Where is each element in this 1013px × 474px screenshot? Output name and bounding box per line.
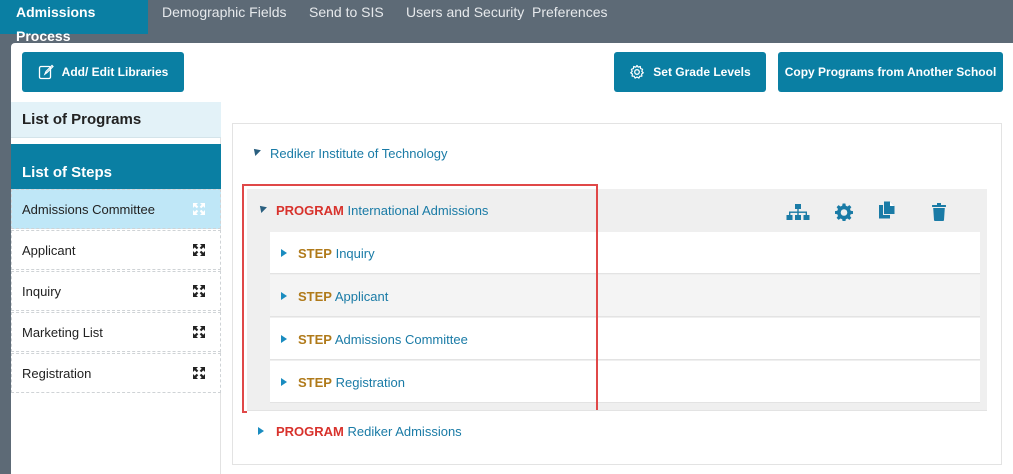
expand-icon[interactable] (192, 243, 206, 257)
step-item-label: Marketing List (22, 325, 103, 340)
tab-admissions-process[interactable]: Admissions Process (0, 0, 148, 44)
step-item-label: Applicant (22, 243, 76, 258)
add-edit-libraries-button[interactable]: Add/ Edit Libraries (22, 52, 184, 92)
copy-programs-button[interactable]: Copy Programs from Another School (778, 52, 1003, 92)
program-name: Rediker Admissions (347, 424, 462, 439)
step-item-marketing-list[interactable]: Marketing List (11, 312, 221, 352)
tab-demographic-fields[interactable]: Demographic Fields (162, 0, 287, 34)
program-keyword: PROGRAM (276, 424, 344, 439)
top-navigation: Admissions Process Demographic Fields Se… (0, 0, 1013, 44)
step-item-label: Admissions Committee (22, 202, 155, 217)
add-edit-libraries-label: Add/ Edit Libraries (61, 65, 169, 79)
step-item-applicant[interactable]: Applicant (11, 230, 221, 270)
expand-icon[interactable] (192, 202, 206, 216)
copy-icon[interactable] (878, 201, 896, 219)
step-item-admissions-committee[interactable]: Admissions Committee (11, 189, 221, 229)
set-grade-levels-label: Set Grade Levels (653, 65, 751, 79)
set-grade-levels-button[interactable]: Set Grade Levels (614, 52, 766, 92)
list-of-steps-header[interactable]: List of Steps (11, 144, 221, 190)
step-item-label: Inquiry (22, 284, 62, 299)
hierarchy-icon[interactable] (786, 203, 810, 221)
tab-users-and-security[interactable]: Users and Security (406, 0, 524, 34)
step-item-label: Registration (22, 366, 92, 381)
step-item-registration[interactable]: Registration (11, 353, 221, 393)
highlight-box (242, 184, 598, 413)
tab-preferences[interactable]: Preferences (532, 0, 607, 34)
copy-programs-label: Copy Programs from Another School (784, 65, 997, 79)
school-name: Rediker Institute of Technology (270, 146, 448, 161)
list-of-programs-header[interactable]: List of Programs (11, 102, 221, 138)
expand-icon[interactable] (192, 325, 206, 339)
expand-icon[interactable] (192, 284, 206, 298)
program-node-rediker-admissions[interactable]: PROGRAM Rediker Admissions (247, 410, 987, 450)
expand-caret-icon[interactable] (258, 427, 264, 435)
gear-icon (630, 64, 645, 79)
settings-gear-icon[interactable] (835, 203, 853, 221)
edit-icon (38, 64, 54, 80)
trash-icon[interactable] (932, 203, 946, 221)
left-sidebar: List of Programs List of Steps Admission… (11, 102, 221, 474)
expand-icon[interactable] (192, 366, 206, 380)
tab-send-to-sis[interactable]: Send to SIS (309, 0, 384, 34)
step-item-inquiry[interactable]: Inquiry (11, 271, 221, 311)
